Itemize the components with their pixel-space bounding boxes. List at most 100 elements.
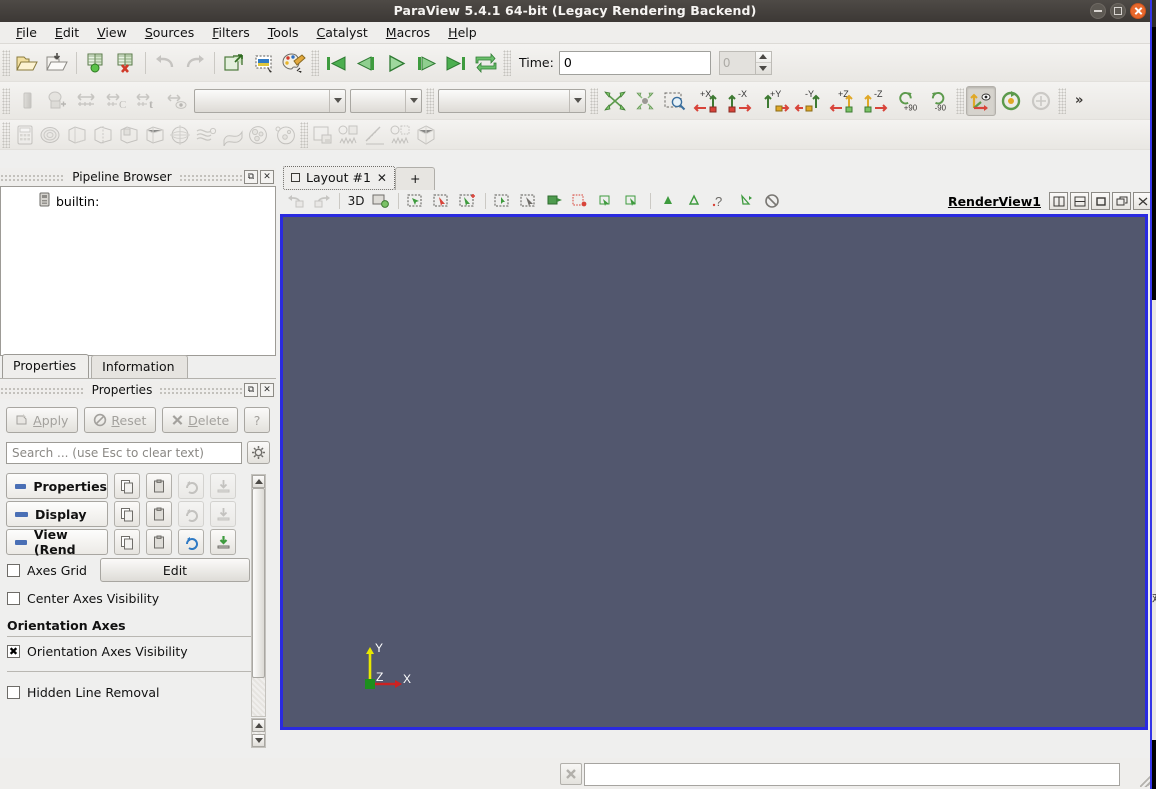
- time-frame-stepper[interactable]: [754, 50, 772, 75]
- tab-properties[interactable]: Properties: [2, 354, 90, 378]
- axes-grid-edit-button[interactable]: Edit: [99, 558, 250, 582]
- split-horizontal-button[interactable]: [1049, 192, 1068, 210]
- orientation-axes-visibility-checkbox[interactable]: ✖: [7, 644, 20, 658]
- scroll-up-icon[interactable]: [252, 475, 265, 488]
- array-component-combo[interactable]: [350, 88, 422, 113]
- paste-properties-icon[interactable]: [146, 473, 172, 499]
- toolbar-grip[interactable]: [426, 87, 434, 114]
- close-icon[interactable]: [1130, 3, 1146, 19]
- panel-grip[interactable]: [0, 386, 85, 394]
- toolbar-grip[interactable]: [590, 87, 598, 114]
- save-as-defaults-icon[interactable]: [210, 501, 236, 527]
- reset-center-icon[interactable]: [996, 86, 1026, 116]
- paste-properties-icon[interactable]: [146, 501, 172, 527]
- toolbar-grip[interactable]: [1058, 87, 1066, 114]
- solid-color-icon[interactable]: [12, 86, 42, 116]
- toolbar-grip[interactable]: [2, 87, 10, 114]
- camera-plus-z-icon[interactable]: +Z: [826, 87, 860, 115]
- extract-level-filter-icon[interactable]: [272, 123, 298, 147]
- hidden-line-removal-checkbox[interactable]: [7, 685, 20, 699]
- rescale-custom-range-icon[interactable]: C: [102, 86, 132, 116]
- undo-icon[interactable]: [150, 48, 180, 78]
- menu-edit[interactable]: Edit: [46, 23, 88, 43]
- layout-add-tab-button[interactable]: +: [394, 167, 436, 190]
- camera-plus-y-icon[interactable]: +Y: [758, 87, 792, 115]
- restore-defaults-icon[interactable]: [178, 501, 204, 527]
- reset-camera-icon[interactable]: [600, 86, 630, 116]
- panel-grip[interactable]: [159, 386, 244, 394]
- pipeline-close-icon[interactable]: ✕: [260, 170, 274, 184]
- undock-button[interactable]: [1112, 192, 1131, 210]
- panel-grip[interactable]: [178, 173, 244, 181]
- scroll-down-icon[interactable]: [252, 734, 265, 747]
- menu-catalyst[interactable]: Catalyst: [308, 23, 377, 43]
- cancel-icon[interactable]: [560, 763, 582, 785]
- slice-filter-icon[interactable]: [90, 123, 116, 147]
- connect-server-icon[interactable]: [219, 48, 249, 78]
- tab-information[interactable]: Information: [91, 355, 188, 378]
- section-properties[interactable]: Properties: [6, 473, 108, 499]
- axes-grid-checkbox[interactable]: [7, 563, 20, 577]
- search-input[interactable]: Search ... (use Esc to clear text): [6, 441, 242, 464]
- menu-view[interactable]: View: [88, 23, 136, 43]
- rescale-over-time-icon[interactable]: t: [132, 86, 162, 116]
- last-frame-icon[interactable]: [441, 48, 471, 78]
- save-as-defaults-icon[interactable]: [210, 473, 236, 499]
- center-axes-visibility-checkbox[interactable]: [7, 591, 20, 605]
- menu-filters[interactable]: Filters: [203, 23, 258, 43]
- copy-properties-icon[interactable]: [114, 529, 140, 555]
- layout-tab-1[interactable]: Layout #1 ✕: [283, 166, 395, 190]
- time-frame-up-icon[interactable]: [755, 52, 771, 63]
- properties-scrollbar[interactable]: [251, 474, 266, 717]
- restore-defaults-icon[interactable]: [178, 529, 204, 555]
- rescale-to-data-range-icon[interactable]: [72, 86, 102, 116]
- pipeline-item-builtin[interactable]: builtin:: [1, 187, 275, 210]
- copy-properties-icon[interactable]: [114, 473, 140, 499]
- camera-minus-x-icon[interactable]: -X: [724, 87, 758, 115]
- warp-filter-icon[interactable]: [220, 123, 246, 147]
- spreadsheet-view-icon[interactable]: [310, 123, 336, 147]
- camera-minus-y-icon[interactable]: -Y: [792, 87, 826, 115]
- rescale-visible-range-icon[interactable]: [162, 86, 192, 116]
- pipeline-browser-list[interactable]: builtin:: [0, 186, 276, 356]
- restore-defaults-icon[interactable]: [178, 473, 204, 499]
- plot-over-line-icon[interactable]: [362, 123, 388, 147]
- screenshot-icon[interactable]: [249, 48, 279, 78]
- pick-center-icon[interactable]: [1026, 86, 1056, 116]
- split-vertical-button[interactable]: [1070, 192, 1089, 210]
- menu-help[interactable]: Help: [439, 23, 486, 43]
- delete-button[interactable]: Delete: [162, 407, 239, 433]
- open-file-icon[interactable]: [12, 48, 42, 78]
- loop-icon[interactable]: [471, 48, 501, 78]
- gear-icon[interactable]: [247, 441, 270, 464]
- color-palette-icon[interactable]: [279, 48, 309, 78]
- extract-subset-filter-icon[interactable]: [142, 123, 168, 147]
- toolbar-grip[interactable]: [956, 87, 964, 114]
- load-state-icon[interactable]: [111, 48, 141, 78]
- color-array-combo[interactable]: [194, 88, 346, 113]
- properties-close-icon[interactable]: ✕: [260, 383, 274, 397]
- render-view[interactable]: Y X Z: [280, 214, 1148, 730]
- section-display[interactable]: Display: [6, 501, 108, 527]
- reset-button[interactable]: Reset: [83, 407, 157, 433]
- toolbar-grip[interactable]: [2, 49, 10, 76]
- toolbar-grip[interactable]: [2, 121, 10, 148]
- time-input[interactable]: 0: [558, 50, 711, 75]
- menu-sources[interactable]: Sources: [136, 23, 203, 43]
- rotate-plus-90-icon[interactable]: +90: [894, 86, 924, 116]
- scroll-up-icon[interactable]: [252, 719, 265, 732]
- paste-properties-icon[interactable]: [146, 529, 172, 555]
- maximize-button[interactable]: [1091, 192, 1110, 210]
- contour-filter-icon[interactable]: [38, 123, 64, 147]
- glyph-filter-icon[interactable]: [168, 123, 194, 147]
- play-icon[interactable]: [381, 48, 411, 78]
- save-as-defaults-icon[interactable]: [210, 529, 236, 555]
- pipeline-undock-icon[interactable]: ⧉: [244, 170, 258, 184]
- zoom-to-data-icon[interactable]: [630, 86, 660, 116]
- stream-tracer-filter-icon[interactable]: [194, 123, 220, 147]
- toolbar-overflow-button[interactable]: »: [1068, 93, 1090, 108]
- time-frame-down-icon[interactable]: [756, 63, 771, 74]
- help-button[interactable]: ?: [244, 407, 270, 433]
- section-view[interactable]: View (Rend: [6, 527, 108, 557]
- representation-type-combo[interactable]: [438, 88, 586, 113]
